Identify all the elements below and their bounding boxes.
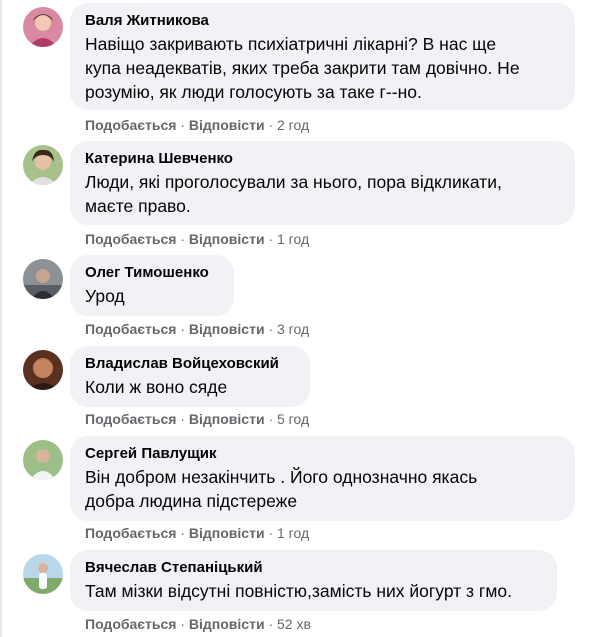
timestamp[interactable]: 1 год: [277, 231, 309, 247]
comment-bubble: Сергей Павлущик Він добром незакінчить .…: [70, 436, 575, 521]
avatar[interactable]: [23, 350, 63, 390]
comment-bubble: Владислав Войцеховский Коли ж воно сяде: [70, 346, 310, 407]
comment-actions: Подобається · Відповісти · 1 год: [85, 230, 309, 248]
like-button[interactable]: Подобається: [85, 321, 176, 337]
separator-dot: ·: [180, 117, 186, 133]
comment-bubble: Валя Житникова Навіщо закривають психіат…: [70, 3, 575, 110]
author-name[interactable]: Олег Тимошенко: [85, 263, 220, 282]
author-name[interactable]: Вячеслав Степаніцький: [85, 558, 543, 577]
comment-text-line: купа неадекватів, яких треба закрити там…: [85, 58, 520, 78]
reply-button[interactable]: Відповісти: [189, 321, 265, 337]
separator-dot: ·: [268, 231, 274, 247]
timestamp[interactable]: 5 год: [277, 411, 309, 427]
thread-line: [0, 0, 2, 637]
comment-actions: Подобається · Відповісти · 52 хв: [85, 615, 311, 633]
avatar[interactable]: [23, 440, 63, 480]
reply-button[interactable]: Відповісти: [189, 231, 265, 247]
comment-bubble: Вячеслав Степаніцький Там мізки відсутні…: [70, 550, 557, 611]
separator-dot: ·: [268, 117, 274, 133]
timestamp[interactable]: 3 год: [277, 321, 309, 337]
timestamp[interactable]: 2 год: [277, 117, 309, 133]
separator-dot: ·: [180, 231, 186, 247]
reply-button[interactable]: Відповісти: [189, 616, 265, 632]
like-button[interactable]: Подобається: [85, 411, 176, 427]
comment-actions: Подобається · Відповісти · 2 год: [85, 116, 309, 134]
like-button[interactable]: Подобається: [85, 231, 176, 247]
avatar[interactable]: [23, 7, 63, 47]
separator-dot: ·: [180, 525, 186, 541]
comment-text-line: маєте право.: [85, 196, 191, 216]
separator-dot: ·: [268, 616, 274, 632]
timestamp[interactable]: 1 год: [277, 525, 309, 541]
timestamp[interactable]: 52 хв: [277, 616, 311, 632]
avatar[interactable]: [23, 259, 63, 299]
comment-actions: Подобається · Відповісти · 3 год: [85, 320, 309, 338]
comment-text-line: Коли ж воно сяде: [85, 377, 228, 397]
author-name[interactable]: Владислав Войцеховский: [85, 354, 296, 373]
separator-dot: ·: [180, 321, 186, 337]
comment-text-line: Там мізки відсутні повністю,замість них …: [85, 581, 512, 601]
like-button[interactable]: Подобається: [85, 525, 176, 541]
author-name[interactable]: Катерина Шевченко: [85, 149, 561, 168]
avatar[interactable]: [23, 554, 63, 594]
comment-text-line: Урод: [85, 286, 125, 306]
separator-dot: ·: [180, 616, 186, 632]
reply-button[interactable]: Відповісти: [189, 117, 265, 133]
comment-bubble: Катерина Шевченко Люди, які проголосувал…: [70, 141, 575, 225]
separator-dot: ·: [268, 321, 274, 337]
like-button[interactable]: Подобається: [85, 117, 176, 133]
reply-button[interactable]: Відповісти: [189, 411, 265, 427]
avatar[interactable]: [23, 145, 63, 185]
comment-text-line: Люди, які проголосували за нього, пора в…: [85, 172, 502, 192]
comment-text-line: Навіщо закривають психіатричні лікарні? …: [85, 34, 497, 54]
reply-button[interactable]: Відповісти: [189, 525, 265, 541]
comment-bubble: Олег Тимошенко Урод: [70, 255, 234, 316]
separator-dot: ·: [180, 411, 186, 427]
author-name[interactable]: Валя Житникова: [85, 11, 561, 30]
comment-text-line: розумію, як люди голосують за таке г--но…: [85, 82, 422, 102]
like-button[interactable]: Подобається: [85, 616, 176, 632]
separator-dot: ·: [268, 411, 274, 427]
comment-actions: Подобається · Відповісти · 1 год: [85, 524, 309, 542]
author-name[interactable]: Сергей Павлущик: [85, 444, 561, 463]
separator-dot: ·: [268, 525, 274, 541]
comment-text-line: Він добром незакінчить . Його однозначно…: [85, 467, 478, 487]
comment-actions: Подобається · Відповісти · 5 год: [85, 410, 309, 428]
comment-text-line: добра людина підстереже: [85, 491, 298, 511]
